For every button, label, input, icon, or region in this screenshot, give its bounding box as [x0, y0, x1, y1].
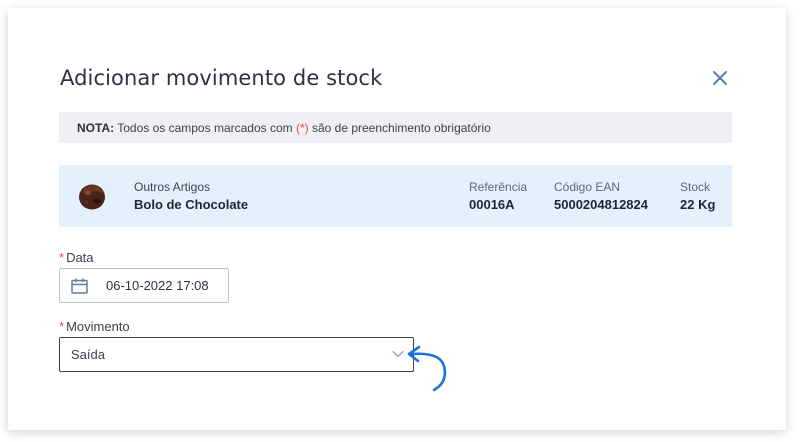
- date-input[interactable]: 06-10-2022 17:08: [59, 268, 229, 303]
- product-summary-card: Outros Artigos Bolo de Chocolate Referên…: [59, 165, 732, 227]
- date-label-text: Data: [66, 250, 94, 265]
- ean-label: Código EAN: [554, 180, 621, 194]
- dialog-title: Adicionar movimento de stock: [60, 66, 383, 90]
- ean-value: 5000204812824: [554, 197, 648, 212]
- product-info: Outros Artigos Bolo de Chocolate: [134, 180, 248, 212]
- stock-value: 22 Kg: [680, 197, 716, 212]
- stock-label: Stock: [680, 180, 711, 194]
- movement-value: Saída: [71, 347, 105, 362]
- required-marker: *: [59, 250, 65, 265]
- product-name: Bolo de Chocolate: [134, 197, 249, 212]
- close-button[interactable]: [710, 68, 730, 88]
- product-image: [79, 184, 105, 210]
- reference-label: Referência: [469, 180, 528, 194]
- stock-cell: Stock 22 Kg: [680, 180, 715, 212]
- required-marker: *: [59, 319, 65, 334]
- reference-cell: Referência 00016A: [469, 180, 527, 212]
- movement-field-label: * Movimento: [59, 319, 130, 334]
- ean-cell: Código EAN 5000204812824: [554, 180, 648, 212]
- date-value: 06-10-2022 17:08: [106, 278, 209, 293]
- note-star-marker: (*): [295, 121, 309, 135]
- note-text-after: são de preenchimento obrigatório: [308, 121, 491, 135]
- note-prefix: NOTA:: [77, 121, 115, 135]
- close-icon: [713, 71, 727, 85]
- chevron-down-icon: [392, 350, 404, 358]
- movement-select[interactable]: Saída: [59, 337, 414, 372]
- calendar-icon: [71, 278, 88, 294]
- product-category: Outros Artigos: [134, 180, 211, 194]
- note-text-before: Todos os campos marcados com: [114, 121, 296, 135]
- curved-arrow-icon: [407, 345, 447, 392]
- reference-value: 00016A: [469, 197, 515, 212]
- required-fields-note: NOTA: Todos os campos marcados com (*) s…: [59, 112, 732, 143]
- date-field-label: * Data: [59, 250, 94, 265]
- movement-label-text: Movimento: [66, 319, 130, 334]
